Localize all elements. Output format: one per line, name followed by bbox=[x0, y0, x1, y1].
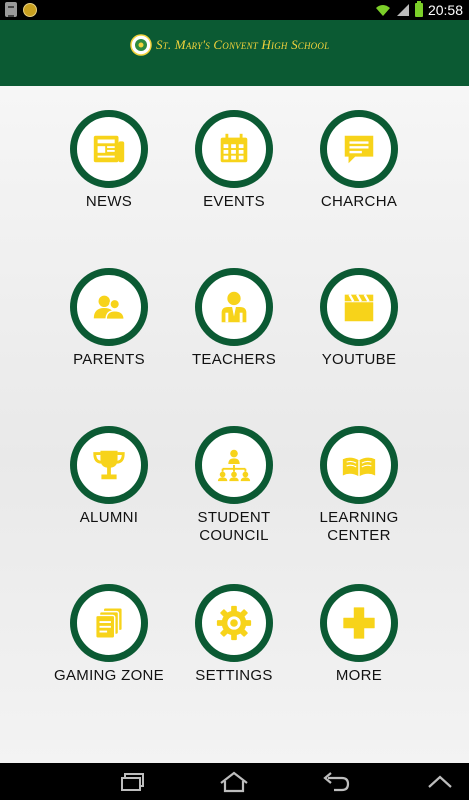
tile-label: MORE bbox=[335, 667, 383, 684]
tile-student-council[interactable]: STUDENT COUNCIL bbox=[179, 426, 289, 545]
tile-label: YOUTUBE bbox=[321, 351, 397, 368]
header-brand: St. Mary's Convent High School bbox=[130, 34, 329, 56]
tile-charcha[interactable]: CHARCHA bbox=[304, 110, 414, 211]
tile-settings[interactable]: SETTINGS bbox=[179, 584, 289, 685]
tile-gaming-zone[interactable]: GAMING ZONE bbox=[54, 584, 164, 685]
battery-icon bbox=[414, 1, 423, 17]
school-name: St. Mary's Convent High School bbox=[156, 37, 330, 52]
tile-more[interactable]: MORE bbox=[304, 584, 414, 685]
tile-label: ALUMNI bbox=[79, 509, 139, 526]
tile-label: STUDENT COUNCIL bbox=[197, 509, 271, 544]
newspaper-icon bbox=[93, 135, 125, 163]
tile-icon-circle bbox=[195, 110, 273, 188]
calendar-icon bbox=[220, 133, 248, 163]
tile-teachers[interactable]: TEACHERS bbox=[179, 268, 289, 369]
recent-apps-icon bbox=[121, 773, 144, 791]
tile-icon-circle bbox=[195, 426, 273, 504]
tile-label: NEWS bbox=[85, 193, 133, 210]
system-indicators: 20:58 bbox=[375, 1, 463, 19]
tile-label: PARENTS bbox=[73, 351, 145, 368]
status-bar: 20:58 bbox=[0, 0, 469, 20]
teacher-icon bbox=[221, 291, 247, 323]
tile-events[interactable]: EVENTS bbox=[179, 110, 289, 211]
home-button[interactable] bbox=[214, 769, 254, 795]
open-book-icon bbox=[342, 457, 376, 477]
tile-label: GAMING ZONE bbox=[54, 667, 164, 684]
tile-icon-circle bbox=[70, 584, 148, 662]
tile-icon-circle bbox=[320, 584, 398, 662]
tile-label: CHARCHA bbox=[320, 193, 398, 210]
notification-app-icon bbox=[23, 2, 37, 17]
cards-icon bbox=[94, 607, 124, 639]
back-icon bbox=[323, 772, 350, 792]
tile-learning-center[interactable]: LEARNING CENTER bbox=[304, 426, 414, 545]
tile-icon-circle bbox=[70, 110, 148, 188]
tile-icon-circle bbox=[195, 268, 273, 346]
clapperboard-icon bbox=[344, 294, 374, 322]
tile-icon-circle bbox=[70, 426, 148, 504]
parents-icon bbox=[93, 295, 125, 321]
home-icon bbox=[220, 771, 248, 793]
menu-up-button[interactable] bbox=[420, 769, 460, 795]
org-chart-icon bbox=[217, 449, 251, 482]
tile-label: TEACHERS bbox=[191, 351, 277, 368]
menu-up-icon bbox=[428, 775, 452, 788]
tile-youtube[interactable]: YOUTUBE bbox=[304, 268, 414, 369]
tile-icon-circle bbox=[320, 110, 398, 188]
tile-label: SETTINGS bbox=[195, 667, 273, 684]
tile-label: EVENTS bbox=[203, 193, 265, 210]
trophy-icon bbox=[93, 450, 125, 480]
tile-parents[interactable]: PARENTS bbox=[54, 268, 164, 369]
notification-doc-icon bbox=[5, 2, 17, 17]
tile-icon-circle bbox=[320, 268, 398, 346]
tile-news[interactable]: NEWS bbox=[54, 110, 164, 211]
recent-apps-button[interactable] bbox=[113, 769, 153, 795]
gear-icon bbox=[216, 605, 252, 641]
app-header: St. Mary's Convent High School bbox=[0, 20, 469, 86]
tile-icon-circle bbox=[195, 584, 273, 662]
chat-bubble-icon bbox=[344, 135, 374, 164]
tile-icon-circle bbox=[70, 268, 148, 346]
tile-icon-circle bbox=[320, 426, 398, 504]
wifi-icon bbox=[375, 5, 390, 16]
signal-icon bbox=[396, 4, 409, 16]
back-button[interactable] bbox=[316, 769, 356, 795]
system-nav-bar bbox=[0, 763, 469, 800]
tile-alumni[interactable]: ALUMNI bbox=[54, 426, 164, 527]
status-time: 20:58 bbox=[427, 2, 463, 18]
school-crest-icon bbox=[130, 34, 152, 56]
tile-label: LEARNING CENTER bbox=[319, 509, 399, 544]
notification-area bbox=[5, 2, 37, 17]
plus-icon bbox=[343, 607, 375, 639]
home-grid: NEWS EVENTS CHARCHA PARENTS TEACHERS YOU… bbox=[0, 86, 469, 763]
